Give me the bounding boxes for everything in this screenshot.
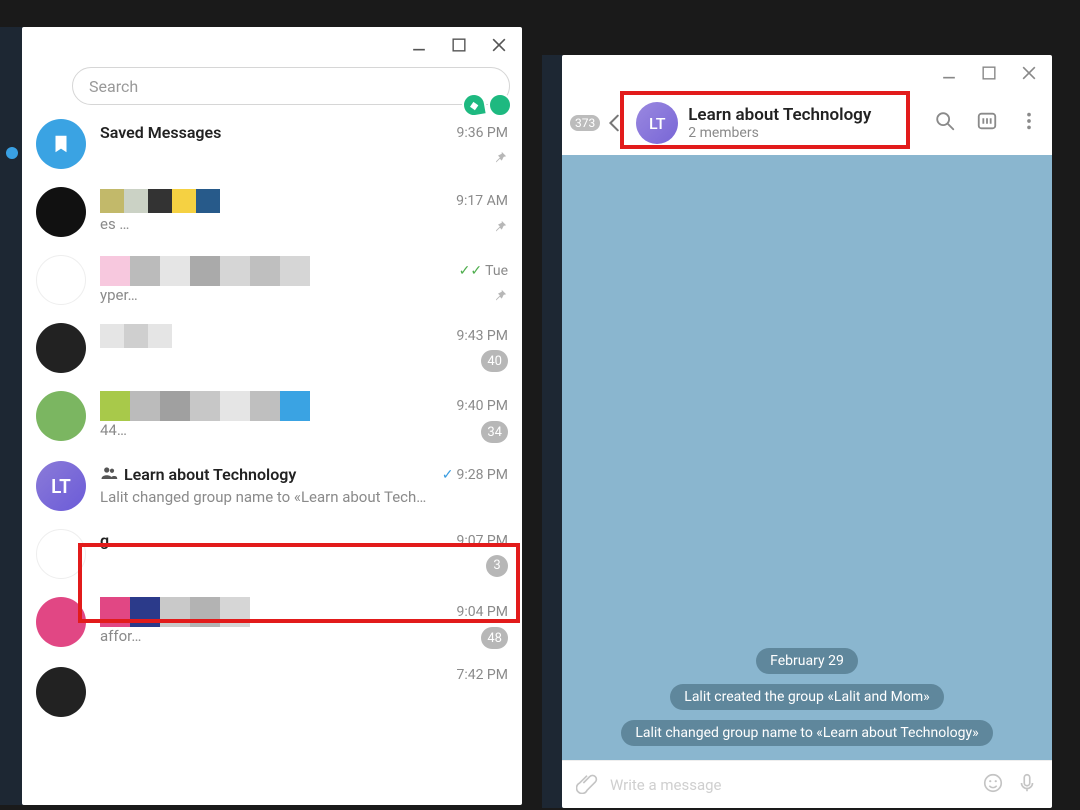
conversation-area: February 29 Lalit created the group «Lal… <box>562 155 1052 760</box>
emoji-icon[interactable] <box>982 772 1004 798</box>
chat-time: 9:04 PM <box>456 597 508 627</box>
composer-placeholder: Write a message <box>610 776 721 794</box>
chat-title: g… <box>100 529 446 553</box>
system-message: Lalit changed group name to «Learn about… <box>621 720 992 746</box>
conversation-header: 373 LT Learn about Technology 2 members <box>562 91 1052 155</box>
read-double-check-icon: ✓✓ <box>459 263 482 279</box>
chat-title <box>100 323 446 349</box>
window-titlebar <box>22 27 522 63</box>
close-icon[interactable] <box>1022 66 1036 80</box>
sidebar-panel-icon[interactable] <box>976 110 998 136</box>
chat-item[interactable]: 9:40 PM 44… 34 <box>22 383 522 453</box>
chat-time: 9:40 PM <box>456 391 508 421</box>
chat-title <box>100 255 449 286</box>
chat-title: Learn about Technology <box>100 461 432 488</box>
back-button[interactable]: 373 <box>574 112 626 134</box>
bookmark-icon <box>36 119 86 169</box>
maximize-icon[interactable] <box>452 38 466 52</box>
chat-item[interactable]: 7:42 PM <box>22 659 522 727</box>
conversation-subtitle: 2 members <box>688 125 924 141</box>
chat-preview: yper… <box>100 286 449 305</box>
chat-time: 9:43 PM <box>456 323 508 349</box>
chat-preview <box>100 349 446 373</box>
chat-item[interactable]: 9:43 PM 40 <box>22 315 522 383</box>
chat-item[interactable]: ✓✓Tue yper… <box>22 247 522 315</box>
header-actions <box>934 110 1040 136</box>
chat-title: Saved Messages <box>100 119 446 146</box>
avatar <box>36 323 86 373</box>
chat-time: 7:42 PM <box>456 667 508 683</box>
avatar <box>36 391 86 441</box>
unread-badge: 34 <box>456 421 508 443</box>
header-title-block[interactable]: Learn about Technology 2 members <box>688 105 924 141</box>
chat-item[interactable]: 9:04 PM affor… 48 <box>22 589 522 659</box>
chat-time: ✓9:28 PM <box>442 461 508 488</box>
chat-preview: affor… <box>100 627 446 649</box>
search-icon[interactable] <box>934 110 956 136</box>
chat-item[interactable]: g… 9:07 PM 3 <box>22 521 522 589</box>
chat-preview <box>100 146 446 169</box>
minimize-icon[interactable] <box>412 38 426 52</box>
chat-meta <box>442 488 508 511</box>
search-placeholder: Search <box>89 77 138 96</box>
conversation-title: Learn about Technology <box>688 105 924 125</box>
group-avatar: LT <box>36 461 86 511</box>
arrow-left-icon <box>604 112 626 134</box>
search-input[interactable]: Search <box>72 67 510 105</box>
chat-list-window: Search ◆ Saved Messages 9:36 PM 9:17 AM … <box>22 27 522 805</box>
search-row: Search ◆ <box>22 63 522 111</box>
attach-icon[interactable] <box>576 772 598 798</box>
chat-preview <box>100 553 446 580</box>
avatar <box>36 529 86 579</box>
maximize-icon[interactable] <box>982 66 996 80</box>
unread-badge: 48 <box>456 627 508 649</box>
chat-title <box>100 187 446 215</box>
message-input[interactable]: Write a message <box>610 776 970 794</box>
unread-badge: 3 <box>456 553 508 580</box>
conversation-window: 373 LT Learn about Technology 2 members … <box>562 55 1052 808</box>
close-icon[interactable] <box>492 38 506 52</box>
chat-time: 9:36 PM <box>456 119 508 146</box>
chat-time-text: Tue <box>485 263 508 279</box>
sent-check-icon: ✓ <box>442 467 454 483</box>
chat-preview: Lalit changed group name to «Learn about… <box>100 488 432 511</box>
avatar <box>36 667 86 717</box>
window-titlebar <box>562 55 1052 91</box>
system-message: Lalit created the group «Lalit and Mom» <box>670 684 943 710</box>
message-composer: Write a message <box>562 760 1052 808</box>
chat-title <box>100 597 446 627</box>
group-avatar[interactable]: LT <box>636 102 678 144</box>
date-separator: February 29 <box>756 648 858 674</box>
chat-item[interactable]: 9:17 AM es … <box>22 179 522 247</box>
voice-message-icon[interactable] <box>1016 772 1038 798</box>
chat-time-text: 9:28 PM <box>456 467 508 483</box>
chat-time: 9:17 AM <box>456 187 508 215</box>
unread-count-badge: 373 <box>570 115 600 131</box>
chat-item-saved-messages[interactable]: Saved Messages 9:36 PM <box>22 111 522 179</box>
avatar-initials: LT <box>649 114 665 133</box>
chat-item-learn-about-technology[interactable]: LT Learn about Technology ✓9:28 PM Lalit… <box>22 453 522 521</box>
avatar-initials: LT <box>51 475 71 498</box>
chat-title <box>100 667 446 683</box>
pinned-icon <box>459 286 508 305</box>
pinned-icon <box>456 146 508 169</box>
avatar <box>36 597 86 647</box>
chat-time: ✓✓Tue <box>459 255 508 286</box>
avatar <box>36 255 86 305</box>
chat-preview: es … <box>100 215 446 237</box>
chat-title-text: Learn about Technology <box>124 465 296 484</box>
chat-time: 9:07 PM <box>456 529 508 553</box>
unread-badge: 40 <box>456 349 508 373</box>
chat-list: Saved Messages 9:36 PM 9:17 AM es … ✓✓Tu… <box>22 111 522 805</box>
group-icon <box>100 464 118 486</box>
chat-title <box>100 391 446 421</box>
chat-preview: 44… <box>100 421 446 443</box>
more-menu-icon[interactable] <box>1018 110 1040 136</box>
avatar <box>36 187 86 237</box>
pinned-icon <box>456 215 508 237</box>
minimize-icon[interactable] <box>942 66 956 80</box>
